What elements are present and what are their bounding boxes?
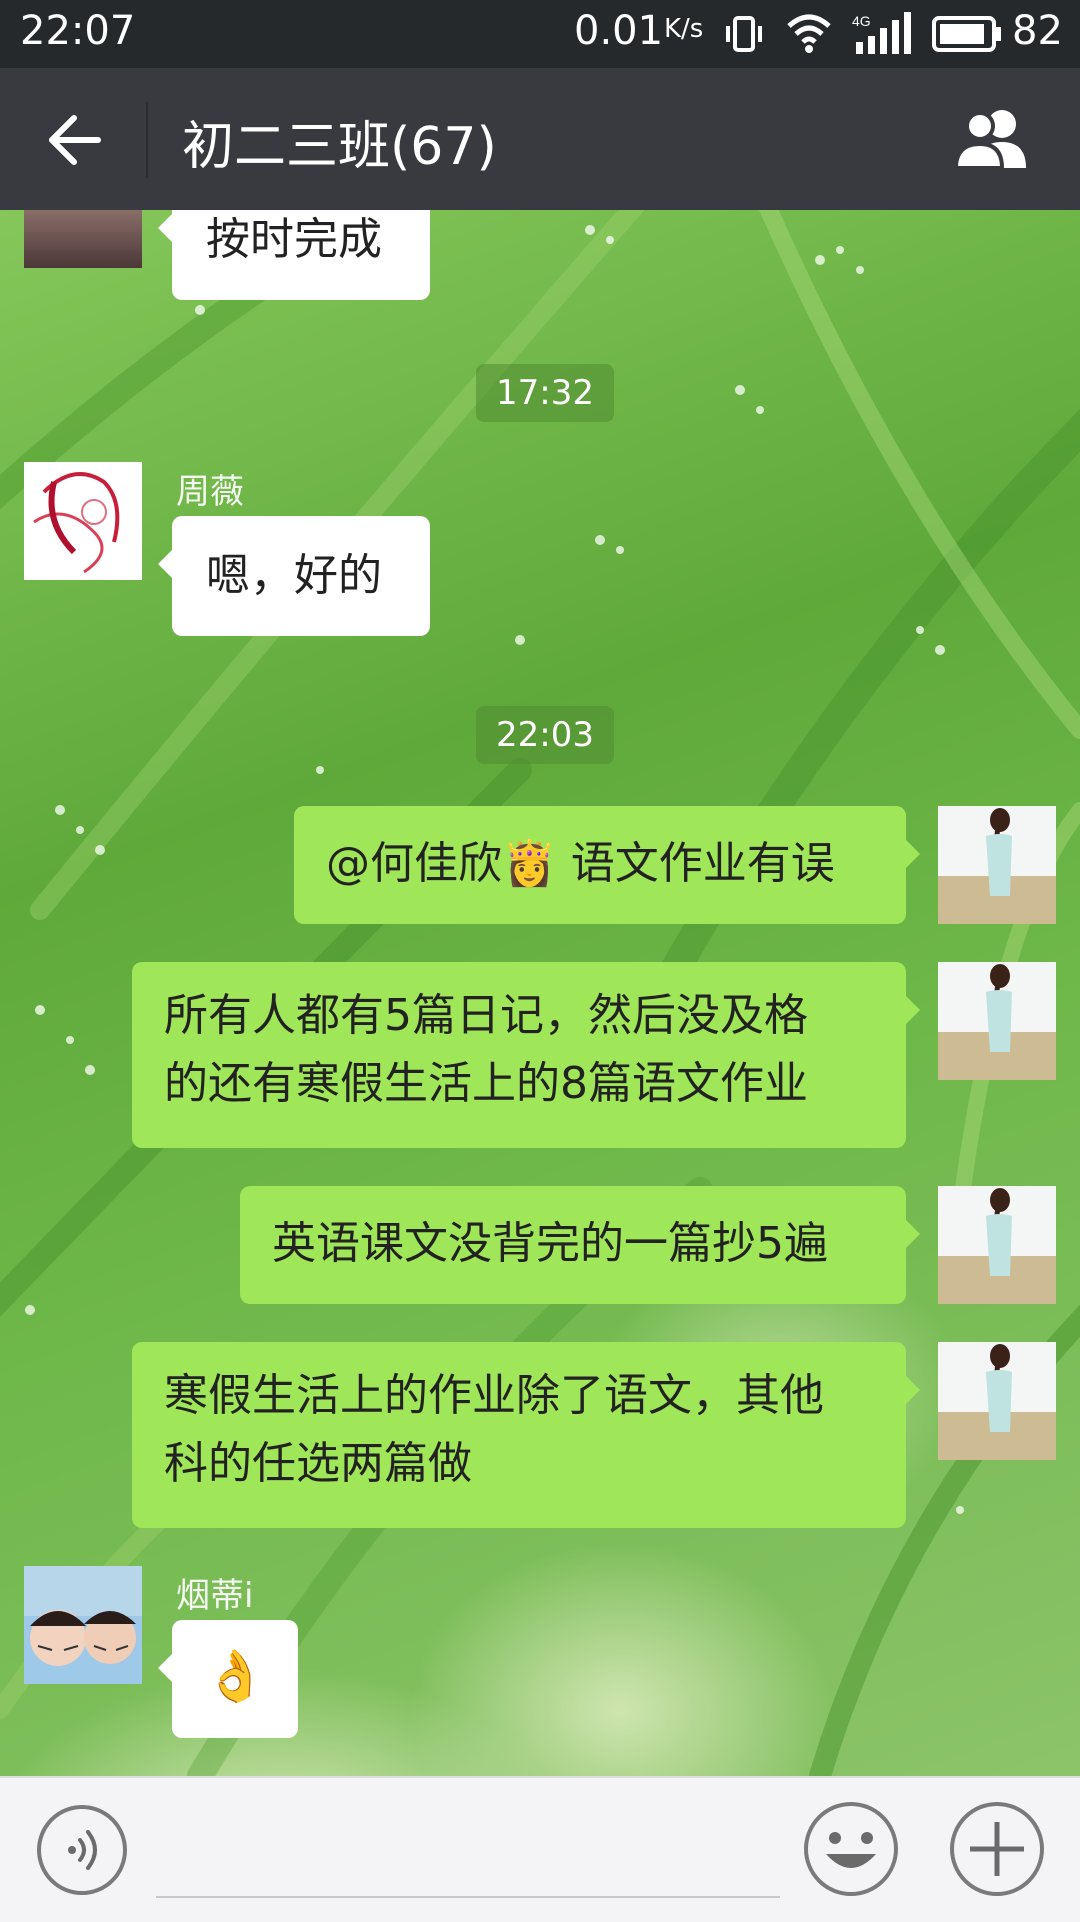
message-text-line: 所有人都有5篇日记，然后没及格 (164, 990, 808, 1041)
avatar-image (33, 472, 120, 574)
avatar-image (938, 1344, 1056, 1460)
message-text-line: 科的任选两篇做 (164, 1438, 472, 1489)
message-text: 英语课文没背完的一篇抄5遍 (272, 1218, 828, 1269)
input-bar (0, 1776, 1080, 1922)
sender-name: 烟蒂i (176, 1576, 254, 1616)
message-input[interactable] (156, 1896, 780, 1898)
group-members-icon[interactable] (952, 106, 1036, 172)
avatar-image (938, 964, 1056, 1080)
message-bubble[interactable]: 按时完成 (158, 210, 430, 300)
avatar-image (938, 808, 1056, 924)
message-text: 按时完成 (206, 214, 382, 265)
timestamp: 17:32 (476, 364, 614, 422)
sender-name: 周薇 (176, 472, 244, 512)
battery-level: 82 (1012, 8, 1063, 54)
network-speed-unit: K/s (664, 14, 704, 44)
timestamp: 22:03 (476, 706, 614, 764)
vibrate-icon (726, 16, 762, 52)
message-bubble[interactable]: 嗯，好的 (158, 516, 430, 636)
status-time: 22:07 (20, 8, 136, 54)
message-bubble[interactable]: 寒假生活上的作业除了语文，其他 科的任选两篇做 (132, 1342, 920, 1528)
message-text-line: 的还有寒假生活上的8篇语文作业 (164, 1058, 808, 1109)
back-arrow-icon[interactable] (44, 112, 102, 168)
status-bar: 22:07 0.01 K/s 4G 82 (0, 0, 1080, 68)
signal-icon: 4G (852, 12, 911, 54)
message-text: 嗯，好的 (206, 550, 382, 601)
my-avatar[interactable] (938, 962, 1056, 1080)
message-text: @何佳欣👸 语文作业有误 (326, 838, 835, 889)
wifi-icon (787, 14, 831, 53)
message-emoji: 👌 (204, 1647, 267, 1705)
chat-area[interactable]: 按时完成 17:32 周薇 嗯，好的 22:03 @何佳欣👸 语文作业有误 所有… (0, 210, 1080, 1776)
message-bubble[interactable]: @何佳欣👸 语文作业有误 (294, 806, 920, 924)
message-text-line: 寒假生活上的作业除了语文，其他 (164, 1370, 824, 1421)
plus-icon[interactable] (948, 1800, 1046, 1898)
message-bubble[interactable]: 英语课文没背完的一篇抄5遍 (240, 1186, 920, 1304)
title-bar: 初二三班(67) (0, 68, 1080, 210)
avatar-image (24, 1566, 142, 1666)
voice-icon[interactable] (36, 1804, 128, 1896)
avatar[interactable] (24, 1566, 142, 1684)
avatar[interactable] (24, 210, 142, 268)
title-divider (146, 102, 148, 178)
avatar-image (938, 1188, 1056, 1304)
my-avatar[interactable] (938, 1342, 1056, 1460)
avatar[interactable] (24, 462, 142, 580)
network-speed: 0.01 (574, 8, 664, 54)
message-bubble[interactable]: 👌 (158, 1620, 298, 1738)
emoji-icon[interactable] (802, 1800, 900, 1898)
chat-title: 初二三班(67) (182, 117, 497, 177)
my-avatar[interactable] (938, 1186, 1056, 1304)
message-bubble[interactable]: 所有人都有5篇日记，然后没及格 的还有寒假生活上的8篇语文作业 (132, 962, 920, 1148)
my-avatar[interactable] (938, 806, 1056, 924)
battery-icon (932, 16, 1001, 52)
network-type-label: 4G (852, 13, 871, 29)
